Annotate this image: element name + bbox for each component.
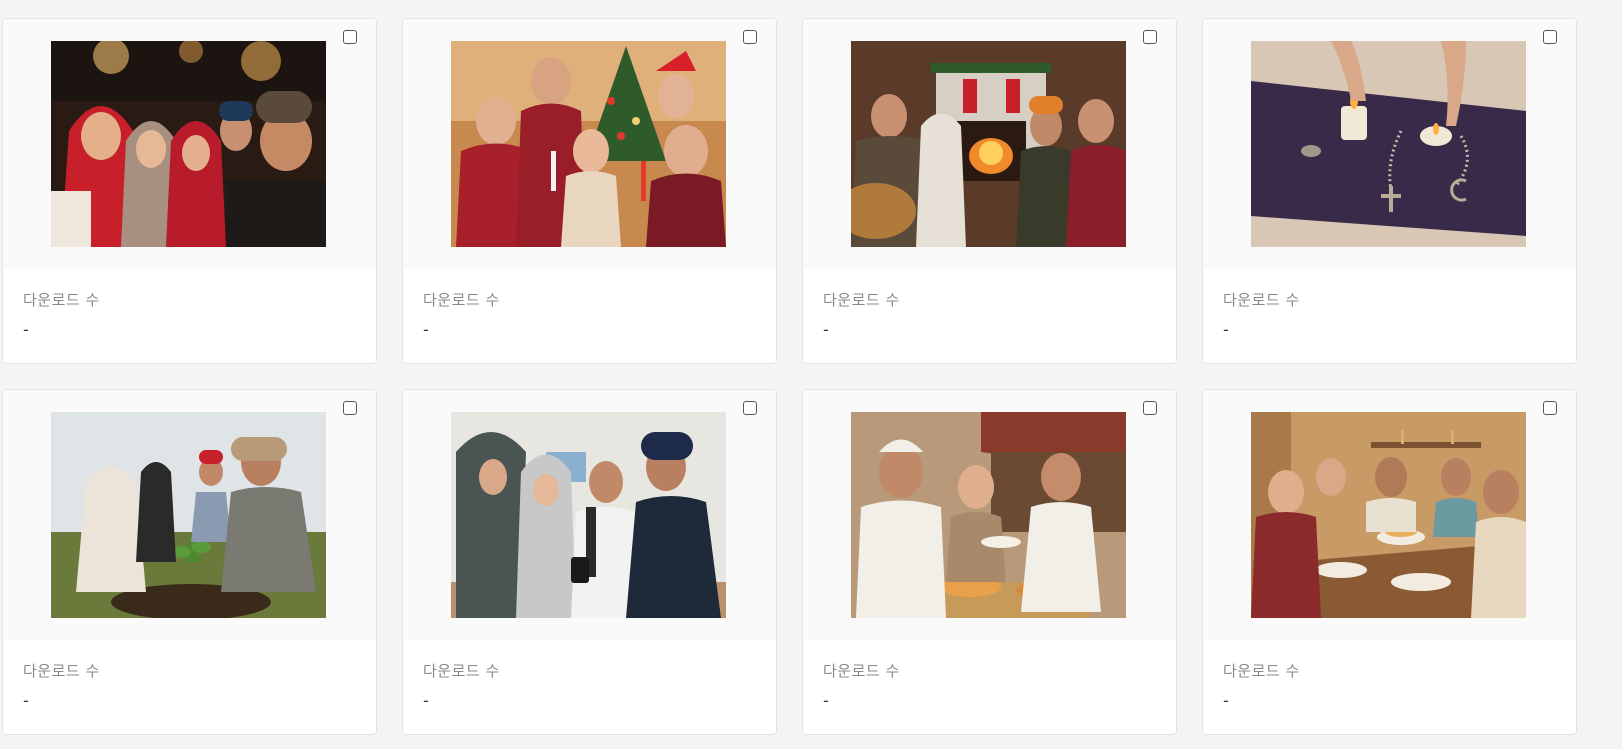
thumbnail-image[interactable] (451, 412, 726, 618)
download-count-value: - (1223, 320, 1229, 339)
select-checkbox[interactable] (343, 30, 357, 44)
card-meta: 다운로드 수 - (1203, 640, 1576, 710)
image-card[interactable]: 다운로드 수 - (1202, 18, 1577, 364)
download-count-value: - (823, 691, 829, 710)
thumbnail-area (1203, 19, 1576, 269)
card-meta: 다운로드 수 - (3, 640, 376, 710)
image-card[interactable]: 다운로드 수 - (802, 389, 1177, 735)
download-count-label: 다운로드 수 (423, 662, 500, 680)
card-meta: 다운로드 수 - (403, 640, 776, 710)
thumbnail-image[interactable] (51, 41, 326, 247)
download-count-value: - (23, 691, 29, 710)
image-card[interactable]: 다운로드 수 - (402, 389, 777, 735)
thumbnail-area (3, 19, 376, 269)
thumbnail-area (803, 19, 1176, 269)
download-count-label: 다운로드 수 (1223, 291, 1300, 309)
card-meta: 다운로드 수 - (803, 640, 1176, 710)
select-checkbox[interactable] (1543, 30, 1557, 44)
thumbnail-area (803, 390, 1176, 640)
card-meta: 다운로드 수 - (1203, 269, 1576, 339)
select-checkbox[interactable] (1543, 401, 1557, 415)
thumbnail-image[interactable] (851, 41, 1126, 247)
download-count-label: 다운로드 수 (23, 662, 100, 680)
image-card[interactable]: 다운로드 수 - (1202, 389, 1577, 735)
image-grid: 다운로드 수 - 다운로드 수 - 다운로드 수 - 다운로드 수 - 다운로드… (2, 18, 1577, 735)
select-checkbox[interactable] (743, 30, 757, 44)
image-card[interactable]: 다운로드 수 - (402, 18, 777, 364)
thumbnail-area (3, 390, 376, 640)
image-card[interactable]: 다운로드 수 - (2, 18, 377, 364)
image-card[interactable]: 다운로드 수 - (2, 389, 377, 735)
select-checkbox[interactable] (743, 401, 757, 415)
download-count-label: 다운로드 수 (823, 662, 900, 680)
download-count-label: 다운로드 수 (1223, 662, 1300, 680)
image-card[interactable]: 다운로드 수 - (802, 18, 1177, 364)
download-count-label: 다운로드 수 (23, 291, 100, 309)
thumbnail-image[interactable] (1251, 41, 1526, 247)
thumbnail-image[interactable] (1251, 412, 1526, 618)
download-count-value: - (423, 691, 429, 710)
select-checkbox[interactable] (343, 401, 357, 415)
download-count-label: 다운로드 수 (423, 291, 500, 309)
select-checkbox[interactable] (1143, 401, 1157, 415)
card-meta: 다운로드 수 - (3, 269, 376, 339)
thumbnail-image[interactable] (851, 412, 1126, 618)
download-count-value: - (823, 320, 829, 339)
thumbnail-area (403, 390, 776, 640)
download-count-value: - (23, 320, 29, 339)
download-count-value: - (423, 320, 429, 339)
thumbnail-area (403, 19, 776, 269)
download-count-label: 다운로드 수 (823, 291, 900, 309)
thumbnail-area (1203, 390, 1576, 640)
thumbnail-image[interactable] (51, 412, 326, 618)
select-checkbox[interactable] (1143, 30, 1157, 44)
download-count-value: - (1223, 691, 1229, 710)
card-meta: 다운로드 수 - (803, 269, 1176, 339)
thumbnail-image[interactable] (451, 41, 726, 247)
card-meta: 다운로드 수 - (403, 269, 776, 339)
